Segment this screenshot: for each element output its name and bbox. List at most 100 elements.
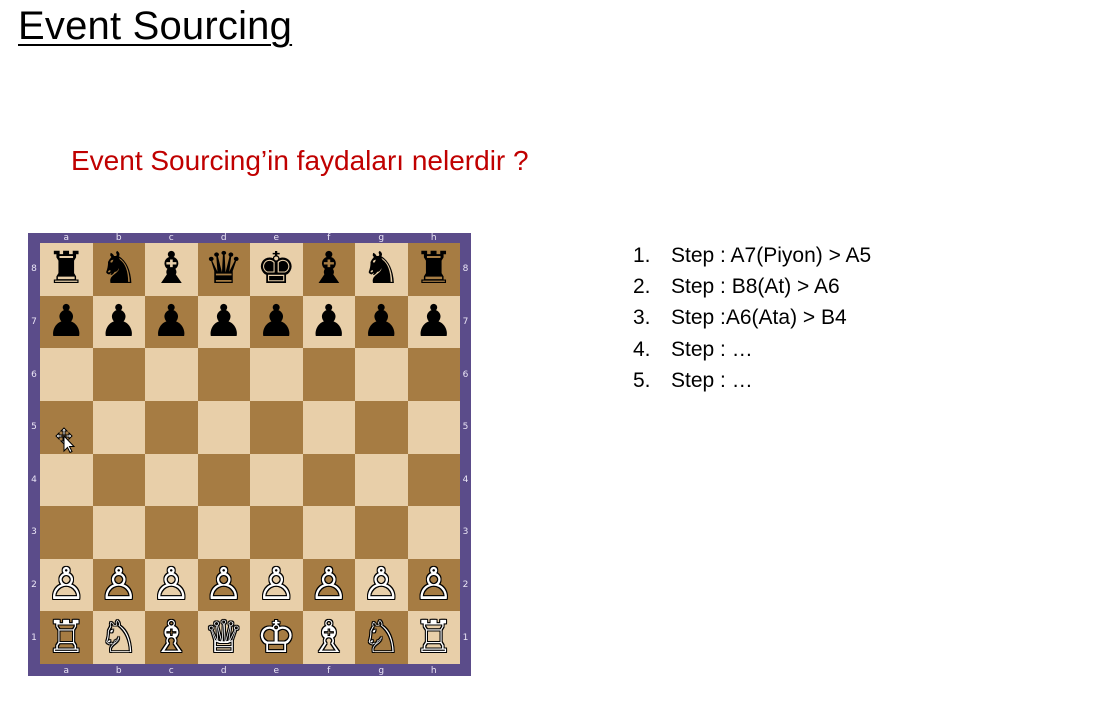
chess-piece-icon[interactable]: ♟ [99, 299, 138, 344]
square-b7[interactable]: ♟ [92, 295, 145, 349]
square-c1[interactable]: ♗ [145, 611, 198, 664]
square-f2[interactable]: ♙ [302, 558, 355, 612]
square-a8[interactable]: ♜ [40, 243, 93, 296]
square-e3[interactable] [250, 506, 303, 559]
square-e6[interactable] [250, 348, 303, 401]
square-f1[interactable]: ♗ [302, 611, 355, 664]
square-f6[interactable] [302, 348, 355, 401]
chess-piece-icon[interactable]: ♞ [99, 247, 138, 291]
square-d6[interactable] [197, 348, 250, 401]
square-b3[interactable] [92, 506, 145, 559]
chess-piece-icon[interactable]: ♙ [47, 563, 86, 607]
square-h2[interactable]: ♙ [407, 558, 460, 612]
chess-piece-icon[interactable]: ♗ [309, 615, 348, 660]
square-f4[interactable] [302, 453, 355, 507]
square-d8[interactable]: ♛ [197, 243, 250, 296]
chess-board: a b c d e f g h 8 7 6 5 4 3 2 1 ♜ ♞ ♝ ♛ ♚ ♝ ♞ ♜… [28, 233, 471, 676]
square-d2[interactable]: ♙ [197, 558, 250, 612]
chess-piece-icon[interactable]: ♟ [204, 299, 243, 344]
chess-piece-icon[interactable]: ♘ [99, 615, 138, 660]
square-e5[interactable] [250, 400, 303, 454]
chess-piece-icon[interactable]: ♔ [257, 615, 296, 660]
square-e4[interactable] [250, 453, 303, 507]
chess-piece-icon[interactable]: ♖ [414, 615, 453, 660]
chess-piece-icon[interactable]: ♙ [204, 563, 243, 607]
square-e7[interactable]: ♟ [250, 295, 303, 349]
square-b2[interactable]: ♙ [92, 558, 145, 612]
chess-piece-icon[interactable]: ♜ [414, 247, 453, 291]
chess-piece-icon[interactable]: ♙ [257, 563, 296, 607]
square-b4[interactable] [92, 453, 145, 507]
square-h5[interactable] [407, 400, 460, 454]
chess-piece-icon[interactable]: ♙ [152, 563, 191, 607]
square-d7[interactable]: ♟ [197, 295, 250, 349]
chess-piece-icon[interactable]: ♝ [152, 247, 191, 291]
chess-piece-icon[interactable]: ♛ [204, 247, 243, 291]
rank-label: 6 [462, 369, 469, 380]
chess-piece-icon[interactable]: ♜ [47, 247, 86, 291]
chess-piece-icon[interactable]: ♗ [152, 615, 191, 660]
square-a6[interactable] [40, 348, 93, 401]
chess-piece-icon[interactable]: ♙ [309, 563, 348, 607]
square-a2[interactable]: ♙ [40, 558, 93, 612]
chess-piece-icon[interactable]: ♖ [47, 615, 86, 660]
file-label: h [430, 666, 437, 676]
square-g8[interactable]: ♞ [355, 243, 408, 296]
square-g7[interactable]: ♟ [355, 295, 408, 349]
square-c7[interactable]: ♟ [145, 295, 198, 349]
square-h8[interactable]: ♜ [407, 243, 460, 296]
square-d3[interactable] [197, 506, 250, 559]
square-e1[interactable]: ♔ [250, 611, 303, 664]
square-a4[interactable] [40, 453, 93, 507]
file-labels-bottom: a b c d e f g h [40, 666, 460, 676]
chess-piece-icon[interactable]: ♞ [362, 247, 401, 291]
square-f5[interactable] [302, 400, 355, 454]
chess-piece-icon[interactable]: ♟ [152, 299, 191, 344]
square-e2[interactable]: ♙ [250, 558, 303, 612]
square-g2[interactable]: ♙ [355, 558, 408, 612]
square-b8[interactable]: ♞ [92, 243, 145, 296]
square-b5[interactable] [92, 400, 145, 454]
square-f3[interactable] [302, 506, 355, 559]
square-b6[interactable] [92, 348, 145, 401]
square-c8[interactable]: ♝ [145, 243, 198, 296]
chess-piece-icon[interactable]: ♟ [47, 299, 86, 344]
square-c2[interactable]: ♙ [145, 558, 198, 612]
square-g4[interactable] [355, 453, 408, 507]
square-h6[interactable] [407, 348, 460, 401]
chess-piece-icon[interactable]: ♟ [362, 299, 401, 344]
square-g3[interactable] [355, 506, 408, 559]
square-d5[interactable] [197, 400, 250, 454]
chess-piece-icon[interactable]: ♟ [309, 299, 348, 344]
chess-piece-icon[interactable]: ♙ [362, 563, 401, 607]
chess-piece-icon[interactable]: ♕ [204, 615, 243, 660]
chess-piece-icon[interactable]: ♟ [414, 299, 453, 344]
square-f8[interactable]: ♝ [302, 243, 355, 296]
square-a3[interactable] [40, 506, 93, 559]
square-h3[interactable] [407, 506, 460, 559]
square-d4[interactable] [197, 453, 250, 507]
square-c6[interactable] [145, 348, 198, 401]
square-h4[interactable] [407, 453, 460, 507]
square-b1[interactable]: ♘ [92, 611, 145, 664]
square-g6[interactable] [355, 348, 408, 401]
square-a7[interactable]: ♟ [40, 295, 93, 349]
square-h7[interactable]: ♟ [407, 295, 460, 349]
chess-piece-icon[interactable]: ♚ [257, 247, 296, 291]
square-c4[interactable] [145, 453, 198, 507]
chess-piece-icon[interactable]: ♝ [309, 247, 348, 291]
square-c5[interactable] [145, 400, 198, 454]
square-a1[interactable]: ♖ [40, 611, 93, 664]
square-f7[interactable]: ♟ [302, 295, 355, 349]
chess-piece-icon[interactable]: ♙ [99, 563, 138, 607]
chess-piece-icon[interactable]: ♟ [257, 299, 296, 344]
chess-piece-icon[interactable]: ♙ [414, 563, 453, 607]
square-g1[interactable]: ♘ [355, 611, 408, 664]
square-d1[interactable]: ♕ [197, 611, 250, 664]
square-c3[interactable] [145, 506, 198, 559]
square-g5[interactable] [355, 400, 408, 454]
file-label: a [63, 233, 69, 243]
chess-piece-icon[interactable]: ♘ [362, 615, 401, 660]
square-e8[interactable]: ♚ [250, 243, 303, 296]
square-h1[interactable]: ♖ [407, 611, 460, 664]
